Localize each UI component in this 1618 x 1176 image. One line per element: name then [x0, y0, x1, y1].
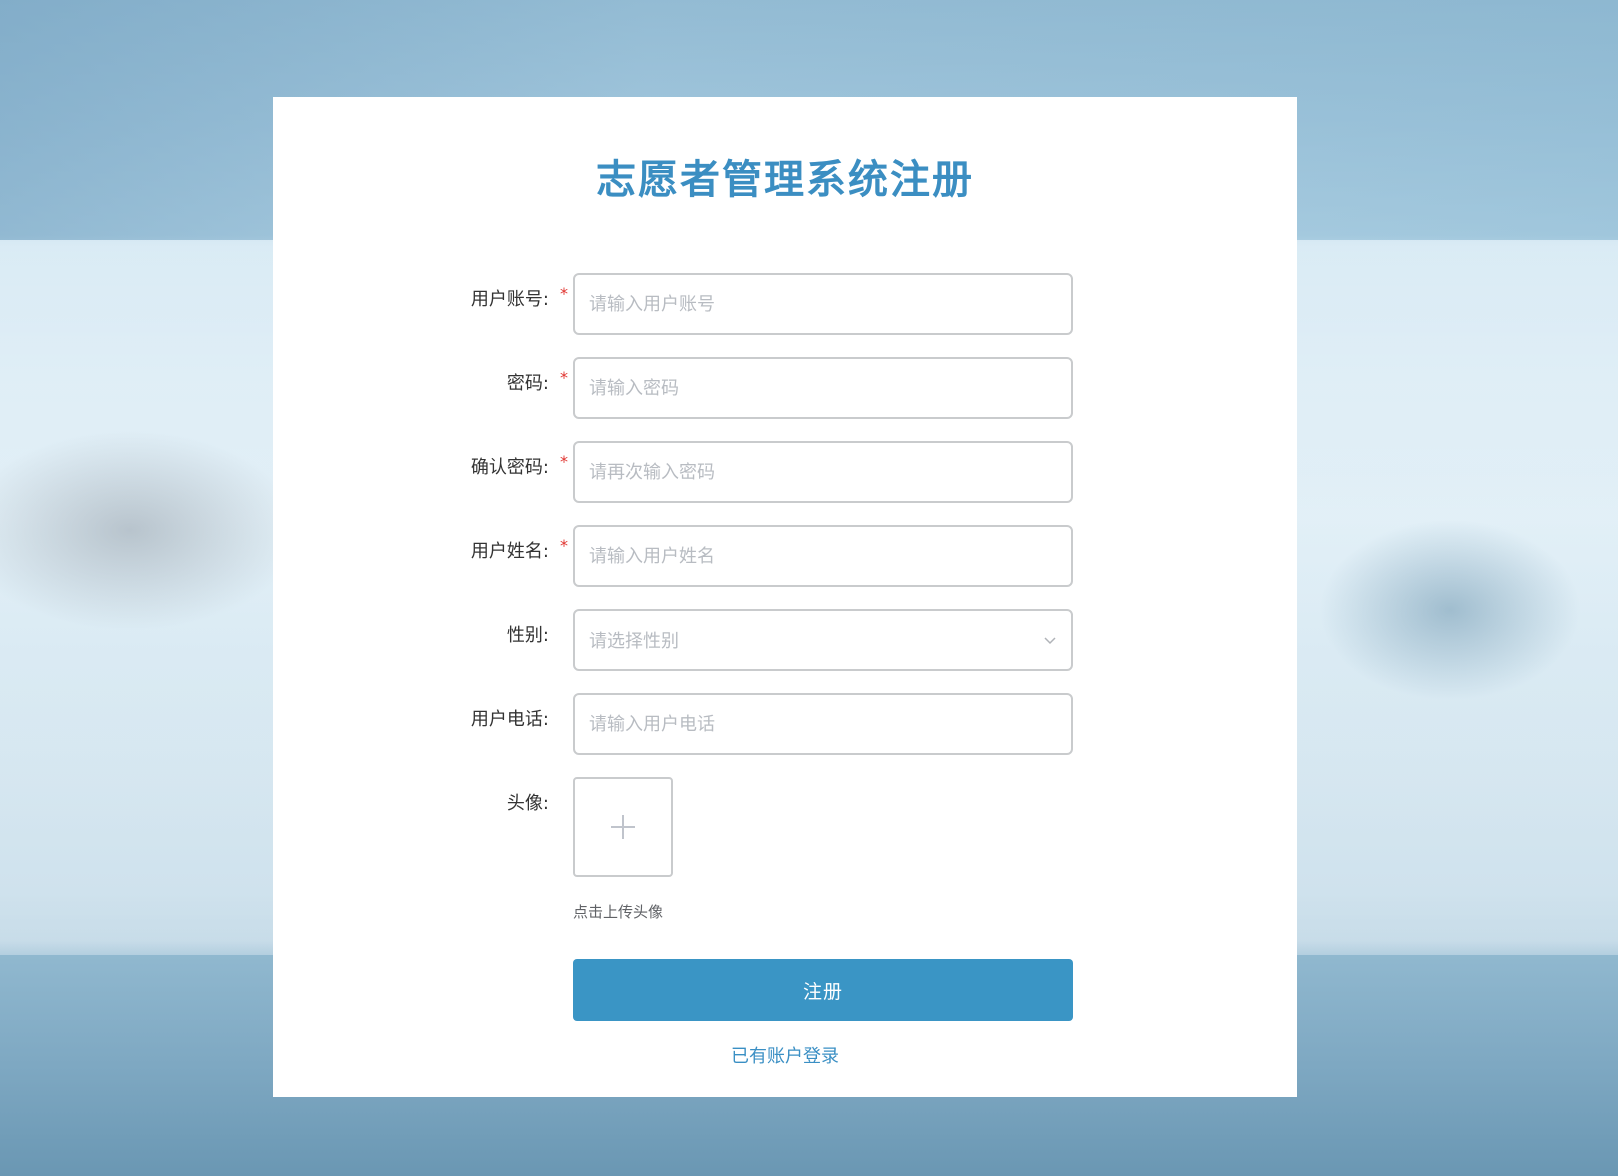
name-field-wrapper: [573, 525, 1073, 587]
form-row-confirm-password: 确认密码: *: [273, 441, 1297, 505]
password-label: 密码:: [506, 373, 549, 394]
password-input[interactable]: [575, 359, 1071, 417]
form-row-phone: 用户电话:: [273, 693, 1297, 757]
form-row-account: 用户账号: *: [273, 273, 1297, 337]
name-label: 用户姓名:: [470, 541, 549, 562]
gender-select[interactable]: 请选择性别: [573, 609, 1073, 671]
required-mark: *: [560, 536, 568, 555]
phone-label: 用户电话:: [470, 709, 549, 730]
page-title: 志愿者管理系统注册: [596, 157, 974, 203]
register-button[interactable]: 注册: [573, 959, 1073, 1021]
login-link[interactable]: 已有账户登录: [273, 1042, 1297, 1068]
register-card: 志愿者管理系统注册 用户账号: * 密码: * 确认密码: * 用户姓名: * …: [273, 97, 1297, 1097]
phone-input[interactable]: [575, 695, 1071, 753]
gender-label: 性别:: [506, 625, 549, 646]
gender-select-placeholder: 请选择性别: [589, 631, 679, 652]
name-input[interactable]: [575, 527, 1071, 585]
required-mark: *: [560, 284, 568, 303]
confirm-password-field-wrapper: [573, 441, 1073, 503]
confirm-password-label: 确认密码:: [470, 457, 549, 478]
avatar-upload-tip: 点击上传头像: [573, 903, 664, 921]
phone-field-wrapper: [573, 693, 1073, 755]
chevron-down-icon: [1044, 637, 1056, 645]
account-input[interactable]: [575, 275, 1071, 333]
plus-icon: [611, 815, 635, 839]
avatar-upload-button[interactable]: [573, 777, 673, 877]
account-field-wrapper: [573, 273, 1073, 335]
form-row-name: 用户姓名: *: [273, 525, 1297, 589]
confirm-password-input[interactable]: [575, 443, 1071, 501]
form-row-gender: 性别: 请选择性别: [273, 609, 1297, 673]
background-island-right: [1320, 520, 1580, 700]
account-label: 用户账号:: [470, 289, 549, 310]
password-field-wrapper: [573, 357, 1073, 419]
required-mark: *: [560, 368, 568, 387]
required-mark: *: [560, 452, 568, 471]
form-row-avatar: 头像: 点击上传头像: [273, 777, 1297, 927]
avatar-label: 头像:: [506, 793, 549, 814]
form-row-password: 密码: *: [273, 357, 1297, 421]
